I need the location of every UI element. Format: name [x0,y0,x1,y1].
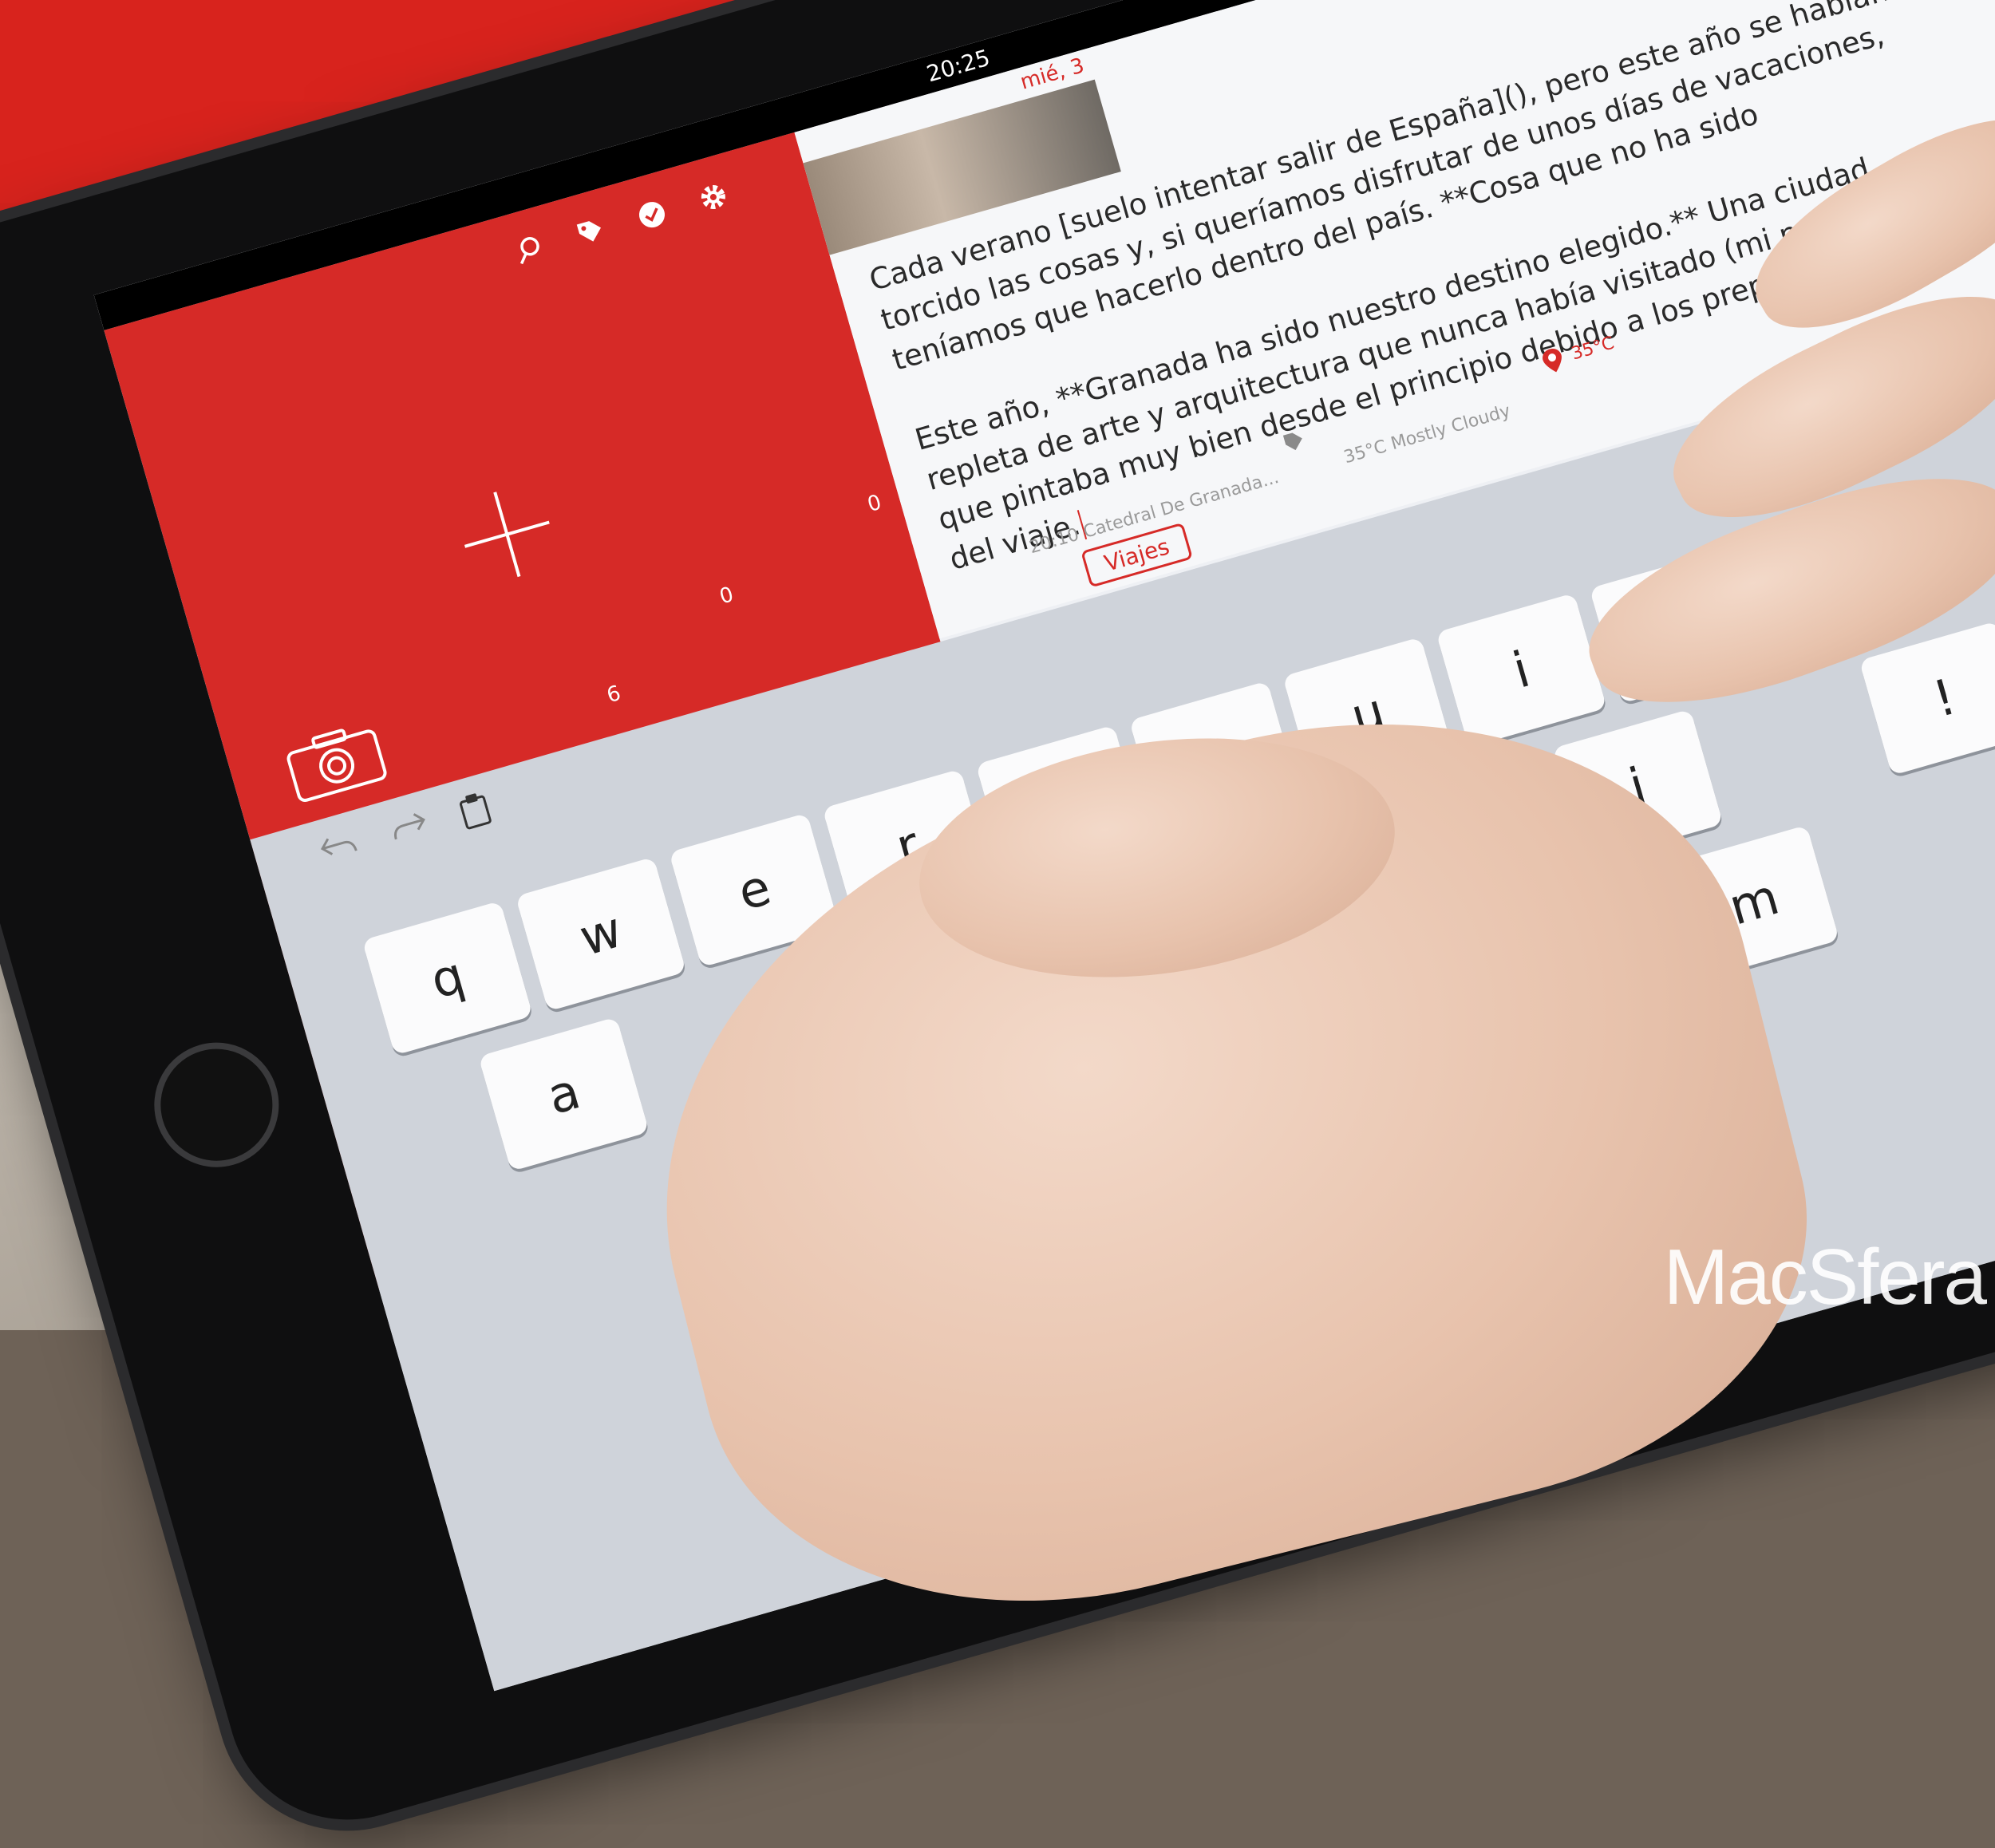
key-a[interactable]: a [478,1017,650,1172]
key-w[interactable]: w [515,856,687,1012]
new-entry-button[interactable] [452,480,561,589]
camera-icon[interactable] [281,718,390,806]
tag-icon[interactable] [571,212,610,251]
gear-icon[interactable] [693,177,733,216]
entry-count: 0 [864,490,884,517]
watermark-logo: MacSfera [1663,1233,1987,1321]
check-icon[interactable] [632,195,671,234]
key-i[interactable]: i [1436,592,1607,748]
entry-count: 6 [604,681,624,709]
search-icon[interactable] [509,230,548,269]
key-q[interactable]: q [361,900,533,1056]
entry-count: 0 [717,582,737,610]
redo-icon[interactable] [385,805,432,847]
home-button[interactable] [139,1028,294,1183]
undo-icon[interactable] [315,825,362,867]
paste-icon[interactable] [453,787,497,831]
